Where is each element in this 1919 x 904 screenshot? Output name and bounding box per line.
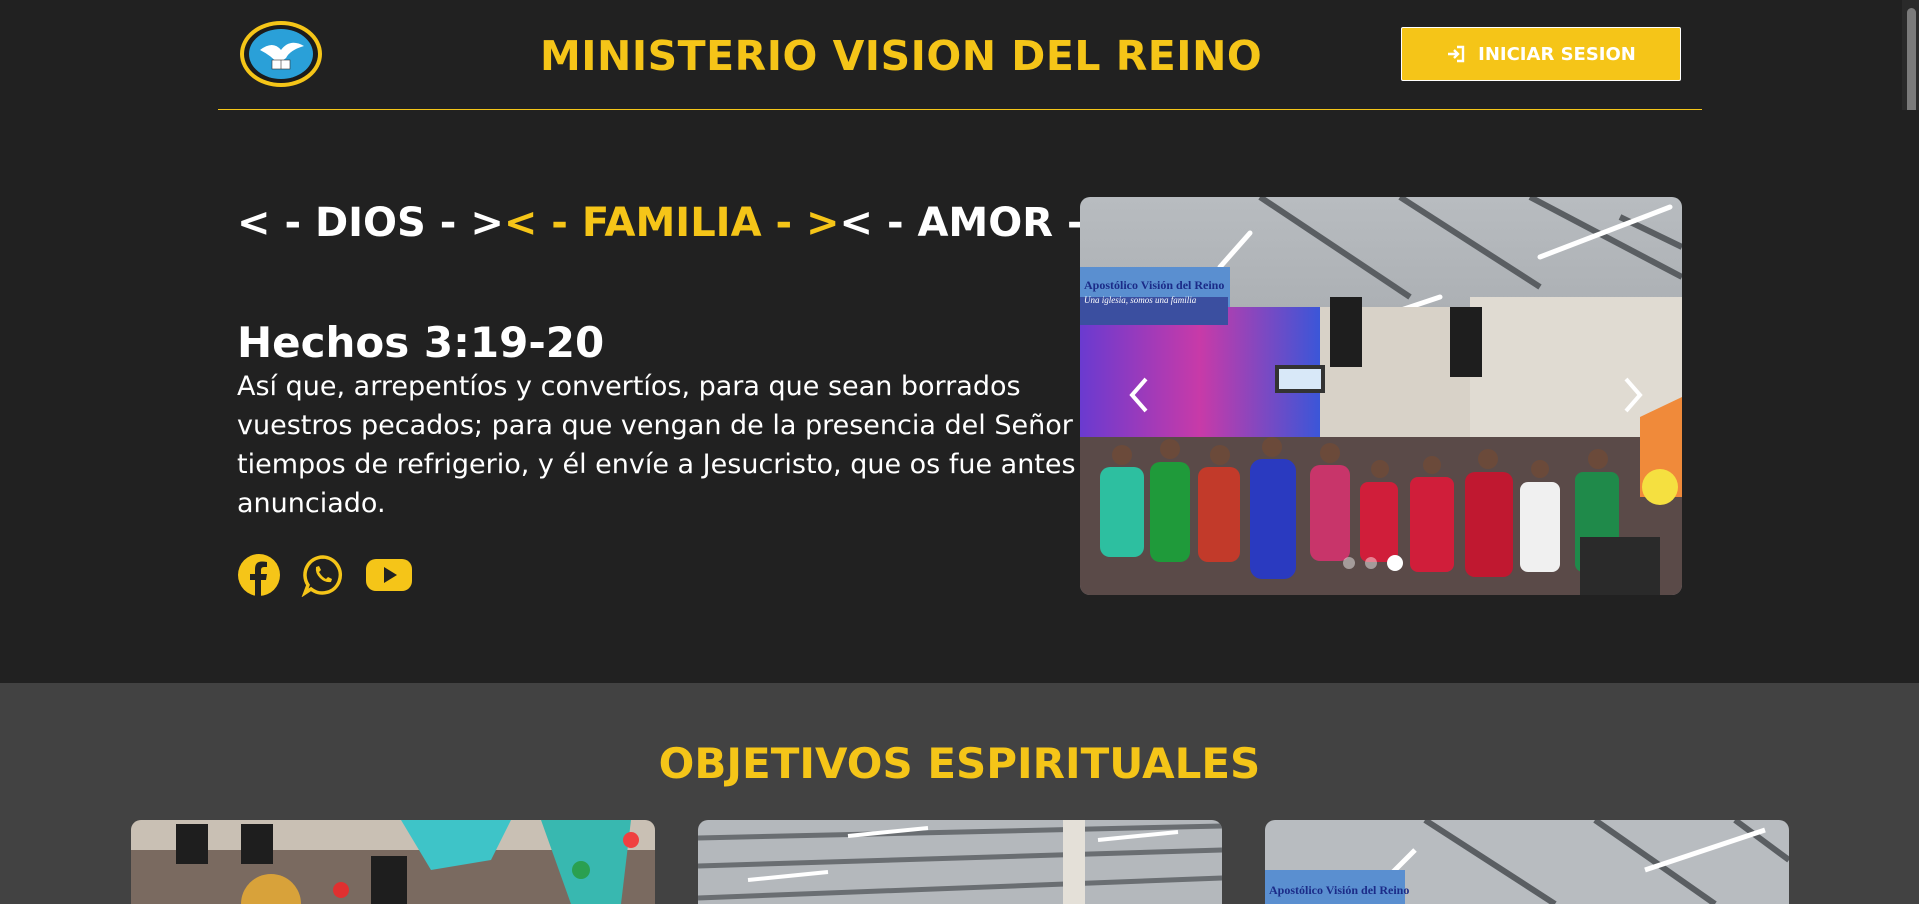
card-banner-text: Apostólico Visión del Reino: [1269, 883, 1409, 897]
objective-card[interactable]: [698, 820, 1222, 904]
carousel-banner-text: Apostólico Visión del Reino: [1084, 278, 1224, 292]
tagline: < - DIOS - >< - FAMILIA - >< - AMOR - >: [237, 200, 1131, 246]
facebook-icon[interactable]: [237, 553, 281, 597]
objective-card[interactable]: Apostólico Visión del Reino: [1265, 820, 1789, 904]
carousel-prev-icon[interactable]: [1120, 373, 1160, 417]
hero-section: < - DIOS - >< - FAMILIA - >< - AMOR - > …: [0, 110, 1919, 683]
social-links: [237, 553, 413, 597]
youtube-icon[interactable]: [365, 557, 413, 593]
objective-card-image: Apostólico Visión del Reino: [1265, 820, 1789, 904]
carousel-dot-active[interactable]: [1387, 555, 1403, 571]
ministry-logo[interactable]: [238, 20, 324, 88]
login-label: INICIAR SESION: [1478, 43, 1636, 65]
whatsapp-icon[interactable]: [301, 553, 345, 597]
site-title: MINISTERIO VISION DEL REINO: [540, 32, 1263, 80]
objective-card[interactable]: [131, 820, 655, 904]
tagline-dios: < - DIOS - >: [237, 200, 504, 246]
tagline-familia: < - FAMILIA - >: [503, 200, 840, 246]
carousel-indicators: [1343, 555, 1403, 571]
photo-carousel[interactable]: Apostólico Visión del Reino Una iglesia,…: [1080, 197, 1682, 595]
carousel-dot[interactable]: [1343, 557, 1355, 569]
site-header: MINISTERIO VISION DEL REINO INICIAR SESI…: [218, 0, 1702, 110]
carousel-dot[interactable]: [1365, 557, 1377, 569]
login-button[interactable]: INICIAR SESION: [1401, 27, 1681, 81]
section-title: OBJETIVOS ESPIRITUALES: [658, 739, 1261, 788]
verse-text: Así que, arrepentíos y convertíos, para …: [237, 371, 1076, 519]
objective-card-image: [131, 820, 655, 904]
congregation-photo: Apostólico Visión del Reino Una iglesia,…: [1080, 197, 1682, 595]
objetivos-section: OBJETIVOS ESPIRITUALES Apostólico Visión…: [0, 683, 1919, 904]
verse-reference: Hechos 3:19-20: [237, 318, 605, 367]
sign-in-icon: [1448, 45, 1465, 63]
carousel-next-icon[interactable]: [1612, 373, 1652, 417]
objective-card-image: [698, 820, 1222, 904]
carousel-banner-sub: Una iglesia, somos una familia: [1084, 295, 1197, 305]
